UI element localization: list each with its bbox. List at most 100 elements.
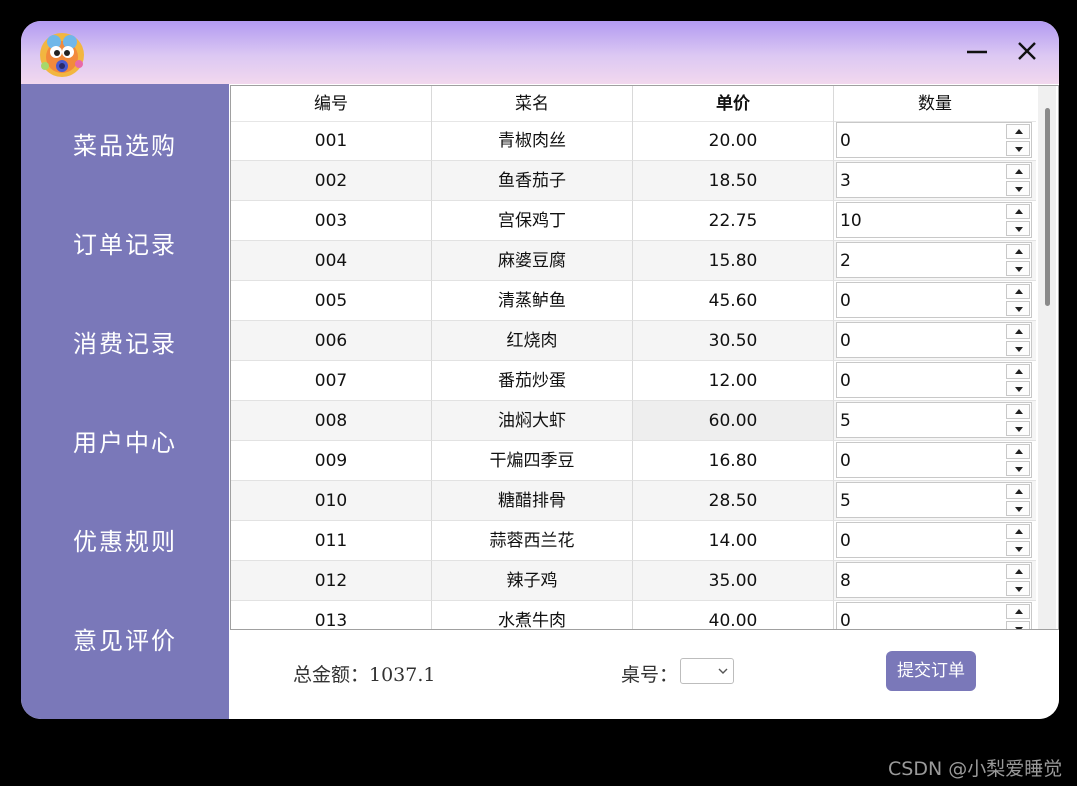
table-row[interactable]: 006 红烧肉 30.50 0 xyxy=(231,321,1036,361)
increment-button[interactable] xyxy=(1006,444,1030,459)
quantity-spinbox[interactable]: 10 xyxy=(836,202,1032,238)
vertical-scrollbar[interactable] xyxy=(1038,86,1056,629)
sidebar-item-dish-shopping[interactable]: 菜品选购 xyxy=(21,116,229,176)
decrement-button[interactable] xyxy=(1006,621,1030,629)
increment-button[interactable] xyxy=(1006,204,1030,219)
decrement-button[interactable] xyxy=(1006,581,1030,596)
cell-dish-name: 麻婆豆腐 xyxy=(432,241,633,281)
quantity-value[interactable]: 0 xyxy=(840,523,851,559)
increment-button[interactable] xyxy=(1006,244,1030,259)
cell-price: 12.00 xyxy=(633,361,834,401)
increment-button[interactable] xyxy=(1006,364,1030,379)
sidebar-item-user-center[interactable]: 用户中心 xyxy=(21,413,229,473)
cell-dish-name: 清蒸鲈鱼 xyxy=(432,281,633,321)
increment-button[interactable] xyxy=(1006,164,1030,179)
quantity-value[interactable]: 3 xyxy=(840,163,851,199)
close-icon[interactable] xyxy=(1013,37,1041,65)
decrement-button[interactable] xyxy=(1006,341,1030,356)
cell-price: 45.60 xyxy=(633,281,834,321)
quantity-spinbox[interactable]: 0 xyxy=(836,602,1032,629)
quantity-spinbox[interactable]: 0 xyxy=(836,362,1032,398)
arrow-up-icon xyxy=(1015,489,1023,494)
arrow-down-icon xyxy=(1015,347,1023,352)
sidebar-item-order-history[interactable]: 订单记录 xyxy=(21,215,229,275)
cell-id: 005 xyxy=(231,281,432,321)
quantity-spinbox[interactable]: 3 xyxy=(836,162,1032,198)
decrement-button[interactable] xyxy=(1006,421,1030,436)
increment-button[interactable] xyxy=(1006,124,1030,139)
decrement-button[interactable] xyxy=(1006,141,1030,156)
increment-button[interactable] xyxy=(1006,564,1030,579)
spin-buttons xyxy=(1006,244,1030,276)
decrement-button[interactable] xyxy=(1006,301,1030,316)
decrement-button[interactable] xyxy=(1006,261,1030,276)
quantity-value[interactable]: 5 xyxy=(840,483,851,519)
cell-price: 28.50 xyxy=(633,481,834,521)
decrement-button[interactable] xyxy=(1006,501,1030,516)
table-row[interactable]: 008 油焖大虾 60.00 5 xyxy=(231,401,1036,441)
table-row[interactable]: 002 鱼香茄子 18.50 3 xyxy=(231,161,1036,201)
increment-button[interactable] xyxy=(1006,484,1030,499)
arrow-up-icon xyxy=(1015,289,1023,294)
decrement-button[interactable] xyxy=(1006,541,1030,556)
quantity-spinbox[interactable]: 0 xyxy=(836,522,1032,558)
sidebar-item-discount-rules[interactable]: 优惠规则 xyxy=(21,512,229,572)
arrow-down-icon xyxy=(1015,427,1023,432)
quantity-spinbox[interactable]: 2 xyxy=(836,242,1032,278)
sidebar-item-feedback[interactable]: 意见评价 xyxy=(21,611,229,671)
increment-button[interactable] xyxy=(1006,404,1030,419)
table-row[interactable]: 013 水煮牛肉 40.00 0 xyxy=(231,601,1036,629)
increment-button[interactable] xyxy=(1006,524,1030,539)
quantity-value[interactable]: 0 xyxy=(840,443,851,479)
table-row[interactable]: 012 辣子鸡 35.00 8 xyxy=(231,561,1036,601)
minimize-icon[interactable] xyxy=(963,37,991,65)
cell-dish-name: 红烧肉 xyxy=(432,321,633,361)
column-header-price[interactable]: 单价 xyxy=(633,86,834,121)
increment-button[interactable] xyxy=(1006,604,1030,619)
quantity-spinbox[interactable]: 0 xyxy=(836,122,1032,158)
scrollbar-thumb[interactable] xyxy=(1045,108,1050,306)
decrement-button[interactable] xyxy=(1006,381,1030,396)
arrow-up-icon xyxy=(1015,449,1023,454)
cell-id: 002 xyxy=(231,161,432,201)
table-row[interactable]: 004 麻婆豆腐 15.80 2 xyxy=(231,241,1036,281)
table-row[interactable]: 007 番茄炒蛋 12.00 0 xyxy=(231,361,1036,401)
table-row[interactable]: 003 宫保鸡丁 22.75 10 xyxy=(231,201,1036,241)
column-header-quantity[interactable]: 数量 xyxy=(834,86,1036,121)
title-bar[interactable] xyxy=(21,21,1059,84)
submit-order-button[interactable]: 提交订单 xyxy=(886,651,976,691)
sidebar-item-spending-history[interactable]: 消费记录 xyxy=(21,314,229,374)
quantity-value[interactable]: 0 xyxy=(840,323,851,359)
increment-button[interactable] xyxy=(1006,324,1030,339)
quantity-spinbox[interactable]: 8 xyxy=(836,562,1032,598)
quantity-value[interactable]: 5 xyxy=(840,403,851,439)
quantity-value[interactable]: 0 xyxy=(840,283,851,319)
table-row[interactable]: 011 蒜蓉西兰花 14.00 0 xyxy=(231,521,1036,561)
decrement-button[interactable] xyxy=(1006,461,1030,476)
quantity-value[interactable]: 0 xyxy=(840,603,851,629)
table-row[interactable]: 005 清蒸鲈鱼 45.60 0 xyxy=(231,281,1036,321)
desk-number-select[interactable] xyxy=(680,658,734,684)
quantity-spinbox[interactable]: 0 xyxy=(836,322,1032,358)
decrement-button[interactable] xyxy=(1006,221,1030,236)
desk-number-label: 桌号： xyxy=(621,664,679,686)
quantity-spinbox[interactable]: 0 xyxy=(836,442,1032,478)
quantity-spinbox[interactable]: 5 xyxy=(836,482,1032,518)
quantity-value[interactable]: 0 xyxy=(840,123,851,159)
cell-id: 011 xyxy=(231,521,432,561)
quantity-value[interactable]: 8 xyxy=(840,563,851,599)
table-row[interactable]: 009 干煸四季豆 16.80 0 xyxy=(231,441,1036,481)
table-row[interactable]: 001 青椒肉丝 20.00 0 xyxy=(231,121,1036,161)
quantity-value[interactable]: 2 xyxy=(840,243,851,279)
quantity-value[interactable]: 0 xyxy=(840,363,851,399)
column-header-id[interactable]: 编号 xyxy=(231,86,432,121)
table-row[interactable]: 010 糖醋排骨 28.50 5 xyxy=(231,481,1036,521)
decrement-button[interactable] xyxy=(1006,181,1030,196)
column-header-name[interactable]: 菜名 xyxy=(432,86,633,121)
cell-quantity: 5 xyxy=(834,401,1036,441)
quantity-spinbox[interactable]: 0 xyxy=(836,282,1032,318)
increment-button[interactable] xyxy=(1006,284,1030,299)
quantity-value[interactable]: 10 xyxy=(840,203,862,239)
quantity-spinbox[interactable]: 5 xyxy=(836,402,1032,438)
arrow-up-icon xyxy=(1015,249,1023,254)
